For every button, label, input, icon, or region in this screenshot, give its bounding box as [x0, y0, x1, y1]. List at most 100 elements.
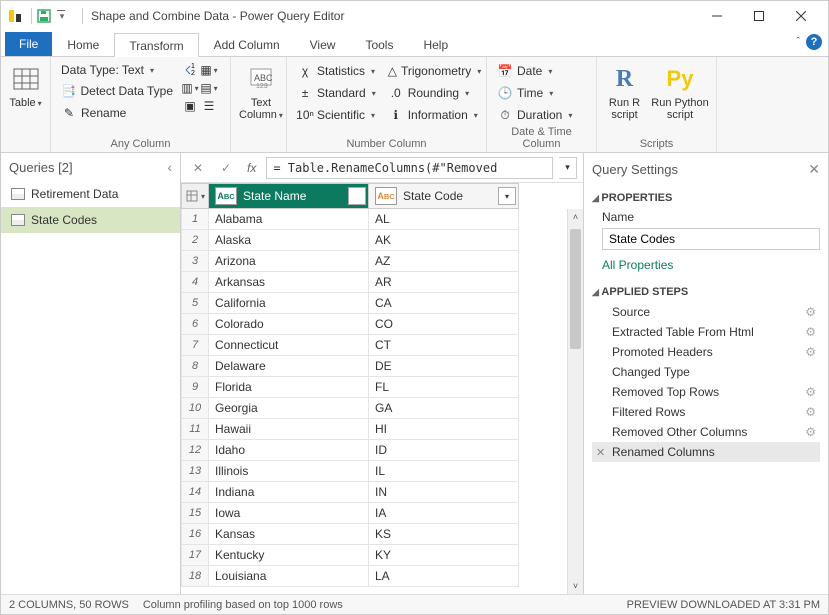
- cell-state-code[interactable]: ID: [369, 440, 519, 461]
- scroll-thumb[interactable]: [570, 229, 581, 349]
- type-text-icon[interactable]: ABC: [375, 187, 397, 205]
- date-button[interactable]: 📅Date▾: [493, 61, 576, 81]
- applied-step[interactable]: Removed Other Columns⚙: [592, 422, 820, 442]
- table-row[interactable]: 17KentuckyKY: [181, 545, 567, 566]
- cell-state-name[interactable]: Arkansas: [209, 272, 369, 293]
- tab-add-column[interactable]: Add Column: [199, 32, 295, 56]
- unpivot-button[interactable]: ▤▾: [200, 79, 218, 97]
- scientific-button[interactable]: 10ⁿScientific▾: [293, 105, 380, 125]
- collapse-ribbon-icon[interactable]: ˆ: [796, 36, 800, 48]
- gear-icon[interactable]: ⚙: [805, 325, 816, 339]
- table-row[interactable]: 9FloridaFL: [181, 377, 567, 398]
- tab-home[interactable]: Home: [52, 32, 114, 56]
- cell-state-name[interactable]: Illinois: [209, 461, 369, 482]
- cell-state-code[interactable]: HI: [369, 419, 519, 440]
- table-row[interactable]: 6ColoradoCO: [181, 314, 567, 335]
- gear-icon[interactable]: ⚙: [805, 345, 816, 359]
- cell-state-name[interactable]: Louisiana: [209, 566, 369, 587]
- cell-state-code[interactable]: CA: [369, 293, 519, 314]
- cell-state-code[interactable]: AK: [369, 230, 519, 251]
- table-row[interactable]: 13IllinoisIL: [181, 461, 567, 482]
- replace-values-button[interactable]: 12: [181, 61, 199, 79]
- pivot-button[interactable]: ▥▾: [181, 79, 199, 97]
- table-row[interactable]: 4ArkansasAR: [181, 272, 567, 293]
- cell-state-code[interactable]: AR: [369, 272, 519, 293]
- applied-step[interactable]: ✕Renamed Columns: [592, 442, 820, 462]
- information-button[interactable]: ℹInformation▾: [384, 105, 484, 125]
- detect-datatype-button[interactable]: 📑Detect Data Type: [57, 81, 177, 101]
- tab-help[interactable]: Help: [408, 32, 463, 56]
- gear-icon[interactable]: ⚙: [805, 425, 816, 439]
- cell-state-name[interactable]: Delaware: [209, 356, 369, 377]
- table-row[interactable]: 18LouisianaLA: [181, 566, 567, 587]
- table-row[interactable]: 1AlabamaAL: [181, 209, 567, 230]
- vertical-scrollbar[interactable]: ˄ ˅: [567, 209, 583, 594]
- cell-state-name[interactable]: Colorado: [209, 314, 369, 335]
- table-row[interactable]: 10GeorgiaGA: [181, 398, 567, 419]
- table-button[interactable]: Table▾: [7, 61, 44, 111]
- cell-state-name[interactable]: Georgia: [209, 398, 369, 419]
- cell-state-code[interactable]: DE: [369, 356, 519, 377]
- cell-state-name[interactable]: Idaho: [209, 440, 369, 461]
- applied-step[interactable]: Filtered Rows⚙: [592, 402, 820, 422]
- cell-state-code[interactable]: IN: [369, 482, 519, 503]
- rename-button[interactable]: ✎Rename: [57, 103, 177, 123]
- cell-state-code[interactable]: KS: [369, 524, 519, 545]
- applied-steps-section-header[interactable]: APPLIED STEPS: [592, 280, 820, 302]
- minimize-button[interactable]: [696, 2, 738, 30]
- applied-step[interactable]: Source⚙: [592, 302, 820, 322]
- formula-input[interactable]: [266, 157, 553, 179]
- applied-step[interactable]: Changed Type: [592, 362, 820, 382]
- cancel-formula-icon[interactable]: ✕: [187, 157, 209, 179]
- fill-button[interactable]: ▦▾: [200, 61, 218, 79]
- time-button[interactable]: 🕒Time▾: [493, 83, 576, 103]
- tab-tools[interactable]: Tools: [350, 32, 408, 56]
- cell-state-name[interactable]: Kentucky: [209, 545, 369, 566]
- column-header-state-name[interactable]: ABC State Name ▾: [209, 183, 369, 209]
- move-button[interactable]: ▣: [181, 97, 199, 115]
- duration-button[interactable]: ⏱Duration▾: [493, 105, 576, 125]
- filter-icon[interactable]: ▾: [348, 187, 366, 205]
- gear-icon[interactable]: ⚙: [805, 405, 816, 419]
- run-r-button[interactable]: R Run R script: [603, 61, 646, 123]
- cell-state-code[interactable]: IL: [369, 461, 519, 482]
- close-settings-icon[interactable]: ✕: [808, 161, 820, 178]
- rounding-button[interactable]: .0Rounding▾: [384, 83, 484, 103]
- formula-dropdown-icon[interactable]: ▾: [559, 157, 577, 179]
- table-row[interactable]: 3ArizonaAZ: [181, 251, 567, 272]
- cell-state-code[interactable]: LA: [369, 566, 519, 587]
- applied-step[interactable]: Extracted Table From Html⚙: [592, 322, 820, 342]
- applied-step[interactable]: Removed Top Rows⚙: [592, 382, 820, 402]
- query-item-statecodes[interactable]: State Codes: [1, 207, 180, 233]
- gear-icon[interactable]: ⚙: [805, 385, 816, 399]
- maximize-button[interactable]: [738, 2, 780, 30]
- qat-dropdown-icon[interactable]: ▾: [58, 8, 74, 24]
- cell-state-name[interactable]: Florida: [209, 377, 369, 398]
- cell-state-name[interactable]: California: [209, 293, 369, 314]
- table-row[interactable]: 16KansasKS: [181, 524, 567, 545]
- query-item-retirement[interactable]: Retirement Data: [1, 181, 180, 207]
- type-text-icon[interactable]: ABC: [215, 187, 237, 205]
- datatype-button[interactable]: Data Type: Text▾: [57, 61, 177, 79]
- scroll-down-icon[interactable]: ˅: [568, 578, 583, 594]
- query-name-input[interactable]: [602, 228, 820, 250]
- gear-icon[interactable]: ⚙: [805, 305, 816, 319]
- cell-state-code[interactable]: FL: [369, 377, 519, 398]
- cell-state-code[interactable]: CT: [369, 335, 519, 356]
- cell-state-code[interactable]: GA: [369, 398, 519, 419]
- cell-state-name[interactable]: Alabama: [209, 209, 369, 230]
- run-python-button[interactable]: Py Run Python script: [650, 61, 710, 123]
- statistics-button[interactable]: χStatistics▾: [293, 61, 380, 81]
- column-header-state-code[interactable]: ABC State Code ▾: [369, 183, 519, 209]
- collapse-queries-icon[interactable]: ‹: [167, 159, 172, 175]
- help-icon[interactable]: ?: [806, 34, 822, 50]
- cell-state-code[interactable]: KY: [369, 545, 519, 566]
- table-row[interactable]: 2AlaskaAK: [181, 230, 567, 251]
- cell-state-name[interactable]: Connecticut: [209, 335, 369, 356]
- standard-button[interactable]: ±Standard▾: [293, 83, 380, 103]
- cell-state-code[interactable]: CO: [369, 314, 519, 335]
- trigonometry-button[interactable]: △Trigonometry▾: [384, 61, 484, 81]
- table-row[interactable]: 8DelawareDE: [181, 356, 567, 377]
- table-row[interactable]: 5CaliforniaCA: [181, 293, 567, 314]
- tab-transform[interactable]: Transform: [114, 33, 198, 57]
